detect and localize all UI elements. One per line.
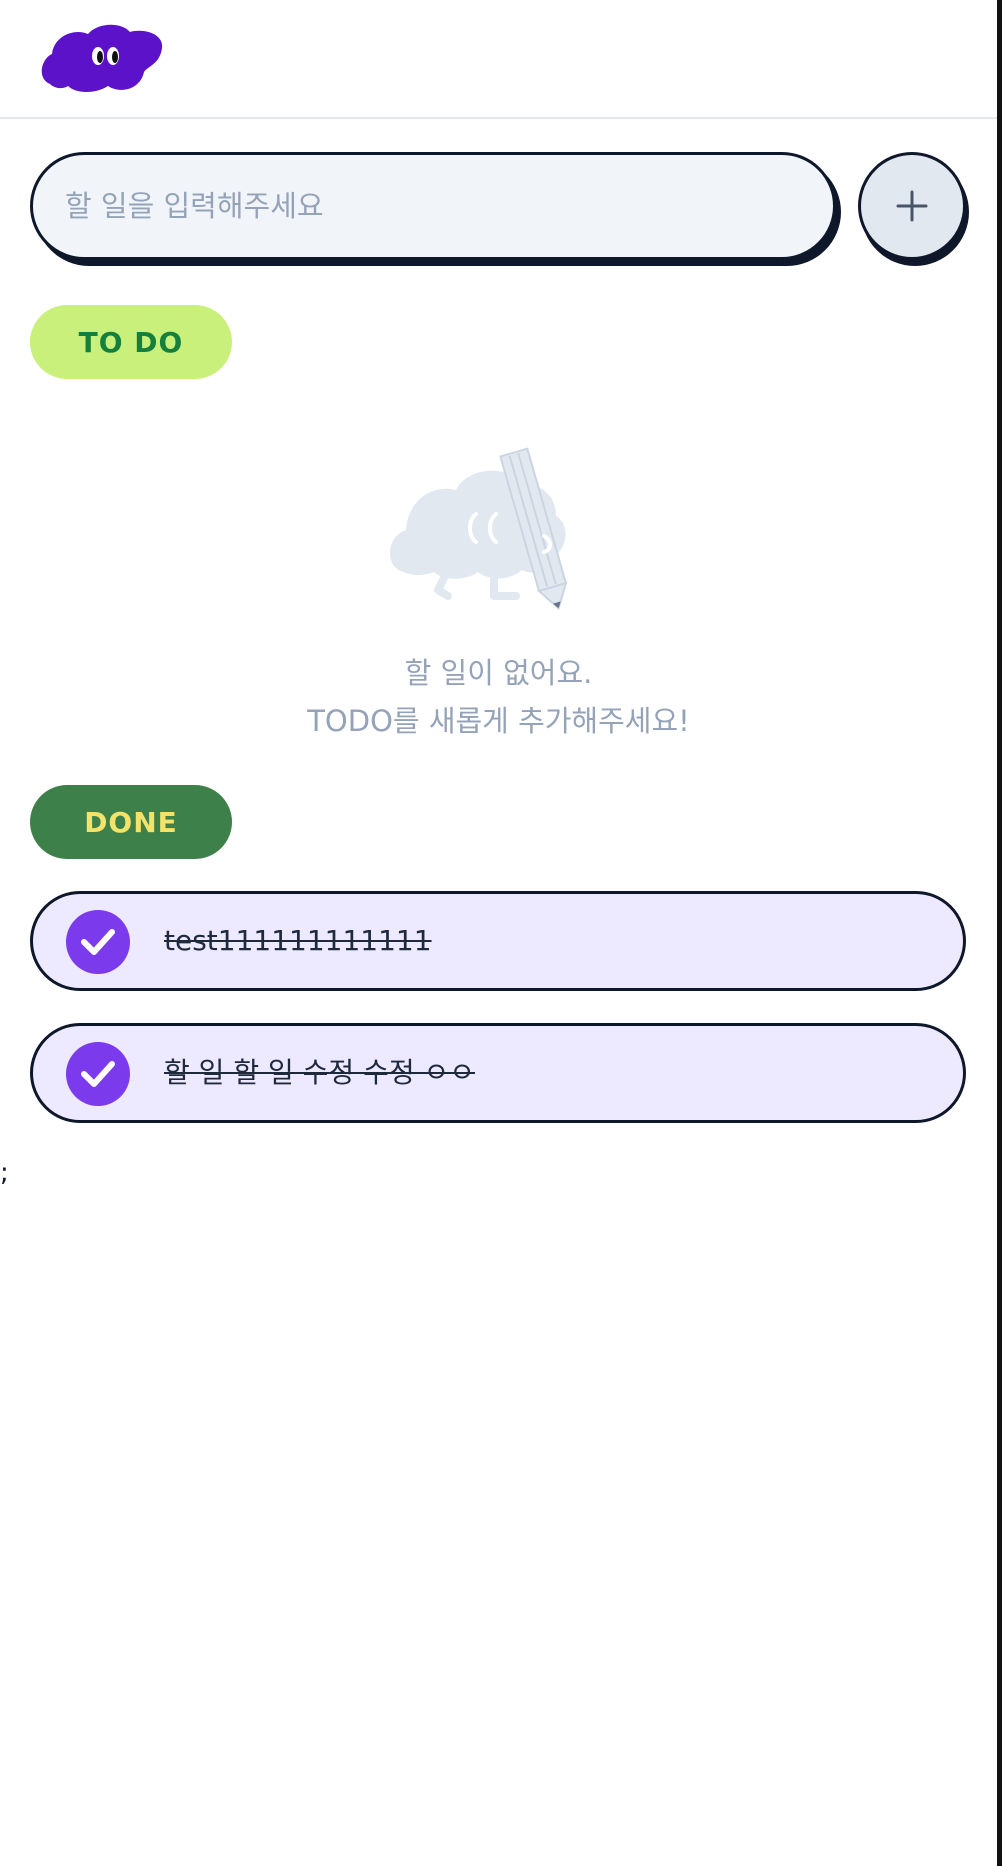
todo-input[interactable] [65,155,805,257]
empty-state-hint: TODO를 새롭게 추가해주세요! [307,704,690,738]
checkmark-icon [81,1061,115,1087]
app-header [0,0,997,119]
cloud-with-pencil-icon [389,447,568,610]
done-checkbox[interactable] [66,910,130,974]
empty-state-message: 할 일이 없어요. [404,656,593,690]
stray-text: ; [0,1158,9,1188]
done-item-text[interactable]: 할 일 할 일 수정 수정 ㅇㅇ [164,1026,475,1120]
done-item[interactable]: test111111111111 [30,891,966,991]
done-item-text[interactable]: test111111111111 [164,894,432,988]
plus-icon [896,190,928,222]
todo-input-container [30,152,836,260]
todo-section-label: TO DO [30,305,232,379]
done-checkbox[interactable] [66,1042,130,1106]
checkmark-icon [81,929,115,955]
window-right-border [997,0,1002,1866]
cloud-face-logo-icon[interactable] [40,20,164,94]
done-section-label: DONE [30,785,232,859]
add-todo-button[interactable] [858,152,966,260]
done-item[interactable]: 할 일 할 일 수정 수정 ㅇㅇ [30,1023,966,1123]
